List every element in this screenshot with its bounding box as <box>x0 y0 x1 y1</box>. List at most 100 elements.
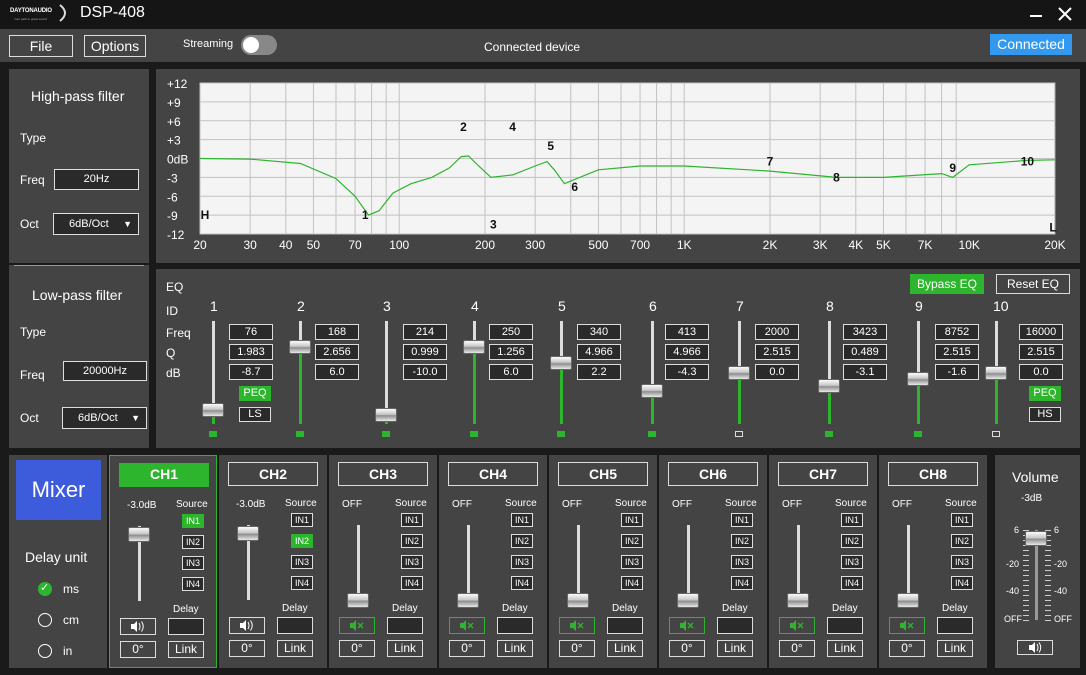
source-input-in2[interactable]: IN2 <box>841 534 863 548</box>
volume-mute-button[interactable] <box>1017 640 1053 655</box>
delay-unit-radio-in[interactable] <box>38 644 52 658</box>
source-input-in2[interactable]: IN2 <box>401 534 423 548</box>
eq-band-gain-input[interactable]: 2.2 <box>577 364 621 380</box>
channel-mute-button[interactable] <box>120 618 156 635</box>
channel-level-slider-thumb[interactable] <box>787 593 809 608</box>
channel-phase-button[interactable]: 0° <box>669 640 705 657</box>
volume-slider-thumb[interactable] <box>1025 530 1047 546</box>
channel-name-button[interactable]: CH1 <box>119 463 209 487</box>
eq-band-freq-input[interactable]: 16000 <box>1019 324 1063 340</box>
eq-band-active-indicator[interactable] <box>296 431 304 437</box>
channel-mute-button[interactable] <box>669 617 705 634</box>
delay-unit-radio-ms[interactable]: ✓ <box>38 582 52 596</box>
eq-band-gain-input[interactable]: -1.6 <box>935 364 979 380</box>
eq-band-freq-input[interactable]: 168 <box>315 324 359 340</box>
eq-band-type-shelf[interactable]: HS <box>1029 407 1061 422</box>
eq-band-slider-thumb[interactable] <box>375 408 397 423</box>
source-input-in1[interactable]: IN1 <box>182 514 204 528</box>
options-button[interactable]: Options <box>84 35 146 57</box>
channel-phase-button[interactable]: 0° <box>559 640 595 657</box>
source-input-in2[interactable]: IN2 <box>951 534 973 548</box>
source-input-in3[interactable]: IN3 <box>841 555 863 569</box>
eq-band-slider-thumb[interactable] <box>289 339 311 354</box>
source-input-in3[interactable]: IN3 <box>182 556 204 570</box>
source-input-in1[interactable]: IN1 <box>621 513 643 527</box>
source-input-in4[interactable]: IN4 <box>182 577 204 591</box>
channel-phase-button[interactable]: 0° <box>339 640 375 657</box>
channel-mute-button[interactable] <box>339 617 375 634</box>
frequency-response-graph[interactable]: +12 +9 +6 +3 0dB -3 -6 -9 -12 20 30 40 50 70 100 200 300… <box>156 69 1080 263</box>
channel-name-button[interactable]: CH6 <box>668 462 758 486</box>
eq-band-active-indicator[interactable] <box>914 431 922 437</box>
eq-band-active-indicator[interactable] <box>825 431 833 437</box>
channel-phase-button[interactable]: 0° <box>229 640 265 657</box>
eq-band-gain-input[interactable]: 6.0 <box>315 364 359 380</box>
channel-link-button[interactable]: Link <box>827 640 863 657</box>
eq-band-slider-thumb[interactable] <box>907 372 929 387</box>
channel-level-slider-thumb[interactable] <box>237 525 259 541</box>
source-input-in2[interactable]: IN2 <box>511 534 533 548</box>
eq-band-freq-input[interactable]: 413 <box>665 324 709 340</box>
eq-band-gain-input[interactable]: -4.3 <box>665 364 709 380</box>
source-input-in3[interactable]: IN3 <box>621 555 643 569</box>
eq-band-type-peq[interactable]: PEQ <box>239 386 271 401</box>
eq-band-freq-input[interactable]: 340 <box>577 324 621 340</box>
source-input-in4[interactable]: IN4 <box>291 576 313 590</box>
channel-delay-input[interactable] <box>497 617 533 634</box>
source-input-in2[interactable]: IN2 <box>621 534 643 548</box>
source-input-in4[interactable]: IN4 <box>951 576 973 590</box>
eq-band-type-shelf[interactable]: LS <box>239 407 271 422</box>
eq-band-gain-input[interactable]: -3.1 <box>843 364 887 380</box>
channel-link-button[interactable]: Link <box>277 640 313 657</box>
channel-link-button[interactable]: Link <box>497 640 533 657</box>
eq-band-q-input[interactable]: 0.999 <box>403 344 447 360</box>
channel-name-button[interactable]: CH2 <box>228 462 318 486</box>
channel-delay-input[interactable] <box>717 617 753 634</box>
channel-level-slider-track[interactable] <box>687 525 690 600</box>
eq-band-gain-input[interactable]: -8.7 <box>229 364 273 380</box>
source-input-in1[interactable]: IN1 <box>511 513 533 527</box>
eq-band-gain-input[interactable]: -10.0 <box>403 364 447 380</box>
channel-name-button[interactable]: CH4 <box>448 462 538 486</box>
eq-band-gain-input[interactable]: 0.0 <box>755 364 799 380</box>
channel-phase-button[interactable]: 0° <box>779 640 815 657</box>
channel-level-slider-thumb[interactable] <box>347 593 369 608</box>
channel-name-button[interactable]: CH5 <box>558 462 648 486</box>
eq-band-slider-thumb[interactable] <box>202 402 224 417</box>
channel-level-slider-track[interactable] <box>357 525 360 600</box>
connection-status-button[interactable]: Connected <box>990 34 1072 55</box>
eq-band-q-input[interactable]: 2.515 <box>935 344 979 360</box>
eq-band-freq-input[interactable]: 250 <box>489 324 533 340</box>
channel-mute-button[interactable] <box>229 617 265 634</box>
channel-level-slider-thumb[interactable] <box>128 526 150 542</box>
eq-band-q-input[interactable]: 1.983 <box>229 344 273 360</box>
streaming-toggle[interactable] <box>241 35 277 55</box>
channel-delay-input[interactable] <box>277 617 313 634</box>
eq-band-active-indicator[interactable] <box>470 431 478 437</box>
source-input-in3[interactable]: IN3 <box>291 555 313 569</box>
eq-band-freq-input[interactable]: 3423 <box>843 324 887 340</box>
eq-band-freq-input[interactable]: 8752 <box>935 324 979 340</box>
channel-phase-button[interactable]: 0° <box>889 640 925 657</box>
source-input-in2[interactable]: IN2 <box>731 534 753 548</box>
file-button[interactable]: File <box>9 35 73 57</box>
eq-band-freq-input[interactable]: 214 <box>403 324 447 340</box>
source-input-in1[interactable]: IN1 <box>951 513 973 527</box>
channel-level-slider-track[interactable] <box>577 525 580 600</box>
eq-band-q-input[interactable]: 2.515 <box>1019 344 1063 360</box>
channel-name-button[interactable]: CH7 <box>778 462 868 486</box>
eq-band-gain-input[interactable]: 6.0 <box>489 364 533 380</box>
eq-band-q-input[interactable]: 1.256 <box>489 344 533 360</box>
channel-level-slider-thumb[interactable] <box>457 593 479 608</box>
eq-band-active-indicator[interactable] <box>557 431 565 437</box>
eq-band-q-input[interactable]: 0.489 <box>843 344 887 360</box>
mixer-button[interactable]: Mixer <box>16 460 101 520</box>
reset-eq-button[interactable]: Reset EQ <box>996 274 1070 294</box>
source-input-in1[interactable]: IN1 <box>291 513 313 527</box>
eq-band-q-input[interactable]: 4.966 <box>665 344 709 360</box>
source-input-in3[interactable]: IN3 <box>951 555 973 569</box>
source-input-in3[interactable]: IN3 <box>731 555 753 569</box>
hpf-freq-input[interactable]: 20Hz <box>54 169 139 190</box>
channel-delay-input[interactable] <box>168 618 204 635</box>
channel-link-button[interactable]: Link <box>387 640 423 657</box>
